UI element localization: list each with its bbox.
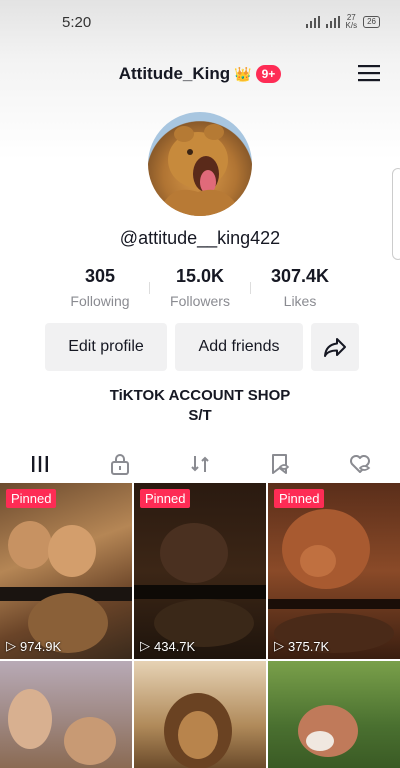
stat-divider [149, 282, 150, 294]
pinned-badge: Pinned [6, 489, 57, 508]
tab-private[interactable] [100, 444, 140, 484]
video-grid: Pinned ▷ 974.9K Pinned ▷ 434.7K Pinned ▷ 37… [0, 483, 400, 768]
menu-icon[interactable] [358, 64, 380, 87]
profile-bio: TiKTOK ACCOUNT SHOP S/T [0, 386, 400, 426]
share-profile-button[interactable] [311, 323, 359, 371]
notification-badge[interactable]: 9+ [255, 65, 282, 83]
play-icon: ▷ [274, 638, 284, 653]
bookmark-hidden-icon [272, 454, 290, 474]
video-thumbnail-3[interactable]: Pinned ▷ 375.7K [268, 483, 400, 659]
stat-followers-label: Followers [170, 293, 230, 309]
repost-icon [191, 456, 209, 472]
pinned-badge: Pinned [140, 489, 191, 508]
signal-icon [305, 16, 320, 28]
play-icon: ▷ [6, 638, 16, 653]
view-count: ▷ 375.7K [274, 638, 330, 654]
heart-hidden-icon [350, 455, 371, 473]
video-thumbnail-2[interactable]: Pinned ▷ 434.7K [134, 483, 266, 659]
edit-profile-button[interactable]: Edit profile [45, 323, 167, 371]
stat-followers[interactable]: 15.0K Followers [150, 266, 250, 309]
stat-following-value: 305 [84, 266, 116, 286]
video-thumbnail-5[interactable] [134, 661, 266, 768]
tab-reposts[interactable] [180, 444, 220, 484]
lock-icon [111, 454, 129, 475]
stat-likes-label: Likes [283, 293, 317, 309]
profile-header: Attitude_King 👑 9+ [0, 56, 400, 92]
stat-likes[interactable]: 307.4K Likes [250, 266, 350, 309]
network-speed: 27 K/s [345, 13, 358, 30]
profile-tabs [0, 444, 400, 486]
stat-following[interactable]: 305 Following [50, 266, 150, 309]
avatar[interactable] [148, 112, 252, 216]
status-bar: 5:20 27 K/s 26 [0, 0, 400, 44]
grid-icon [32, 456, 48, 472]
view-count: ▷ 434.7K [140, 638, 196, 654]
video-thumbnail-6[interactable] [268, 661, 400, 768]
status-time: 5:20 [62, 13, 92, 31]
tab-videos[interactable] [15, 444, 65, 486]
tab-favorites[interactable] [260, 444, 300, 484]
stat-following-label: Following [70, 293, 130, 309]
view-count: ▷ 974.9K [6, 638, 62, 654]
profile-actions: Edit profile Add friends [45, 323, 359, 371]
stat-likes-value: 307.4K [270, 266, 330, 286]
stat-followers-value: 15.0K [175, 266, 225, 286]
signal-icon-2 [325, 16, 340, 28]
play-icon: ▷ [140, 638, 150, 653]
crown-icon: 👑 [234, 65, 252, 82]
video-thumbnail-1[interactable]: Pinned ▷ 974.9K [0, 483, 132, 659]
bio-line-1: TiKTOK ACCOUNT SHOP [109, 387, 291, 404]
video-thumbnail-4[interactable] [0, 661, 132, 768]
tab-liked[interactable] [340, 444, 380, 484]
battery-icon: 26 [363, 16, 380, 28]
side-handle[interactable] [392, 168, 400, 260]
page-title: Attitude_King [118, 64, 231, 83]
profile-stats: 305 Following 15.0K Followers 307.4K Lik… [50, 266, 350, 309]
pinned-badge: Pinned [274, 489, 325, 508]
add-friends-button[interactable]: Add friends [175, 323, 303, 371]
bio-line-2: S/T [188, 407, 212, 424]
status-icons: 27 K/s 26 [305, 13, 380, 30]
share-icon [324, 338, 346, 357]
stat-divider [250, 282, 251, 294]
profile-handle: @attitude__king422 [119, 228, 281, 248]
